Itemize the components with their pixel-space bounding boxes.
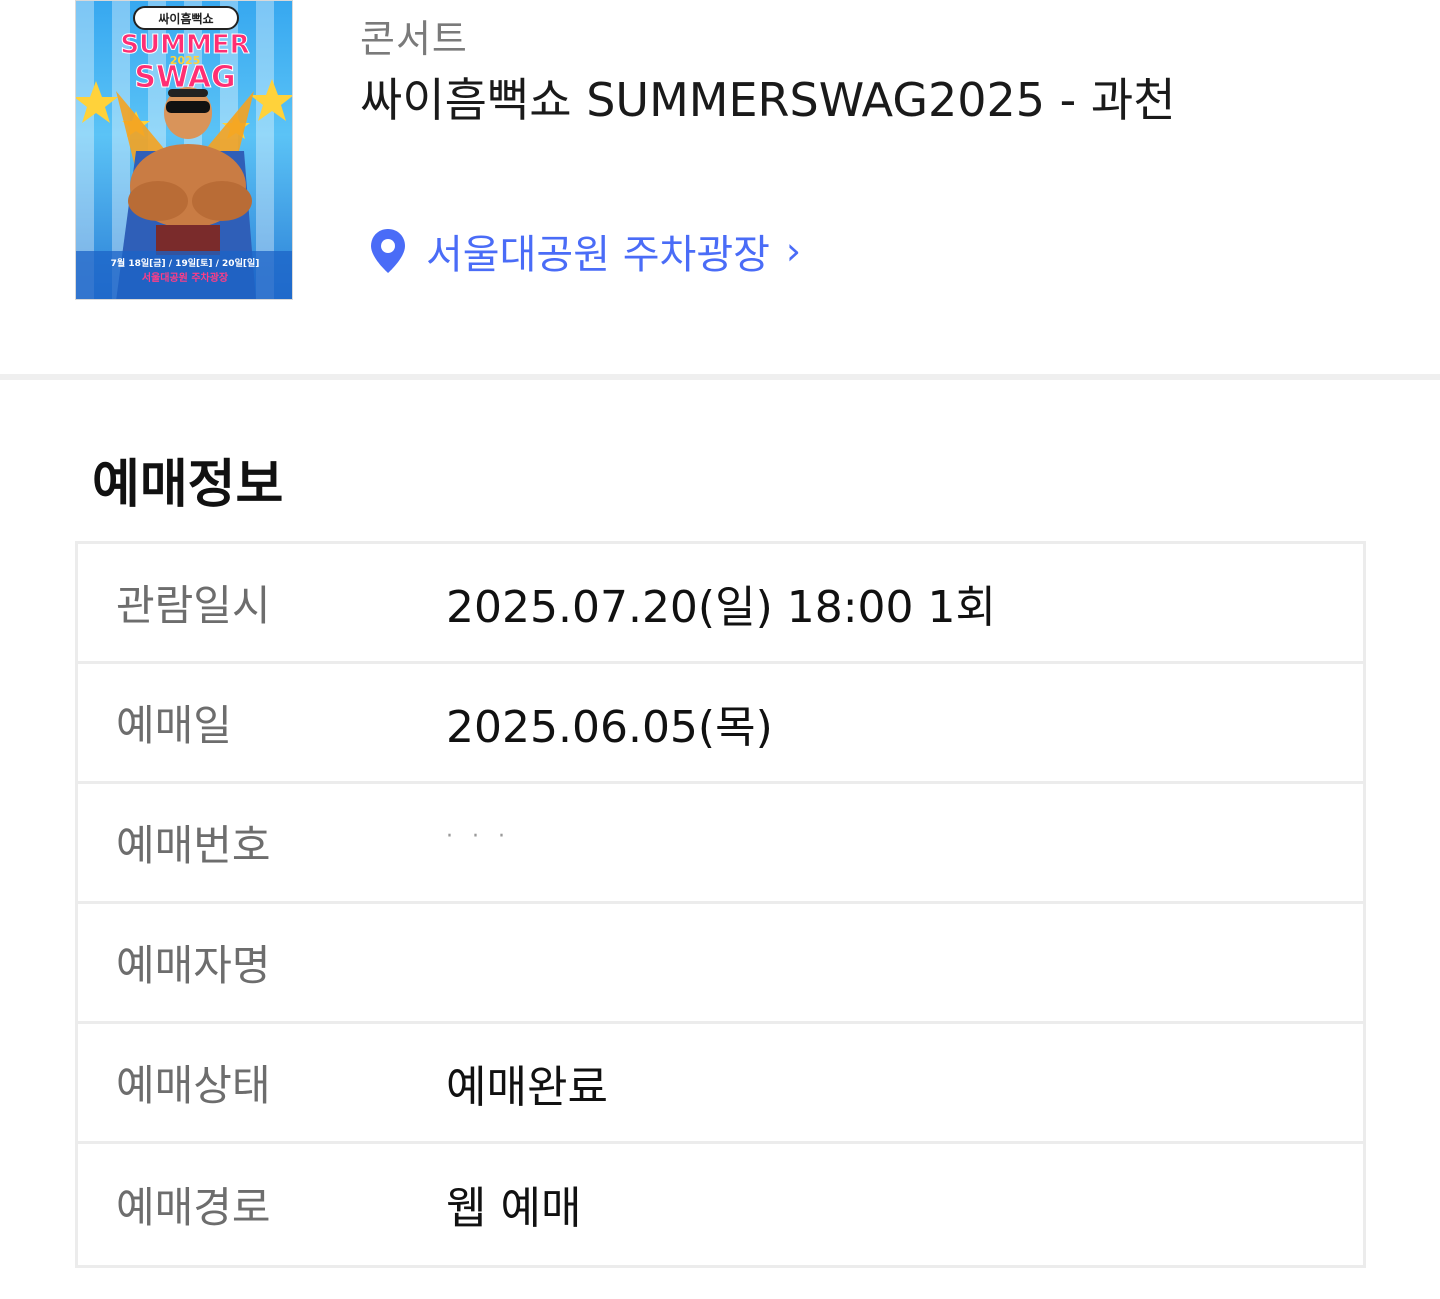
view-datetime-value: 2025.07.20(일) 18:00 1회 [446, 581, 996, 633]
row-label: 예매번호 [116, 821, 271, 870]
event-category: 콘서트 [360, 17, 468, 61]
row-label: 관람일시 [116, 581, 271, 630]
booking-channel-value: 웹 예매 [446, 1183, 582, 1234]
venue-name: 서울대공원 주차광장 [426, 232, 770, 278]
booking-status-value: 예매완료 [446, 1061, 608, 1113]
booking-date-value: 2025.06.05(목) [446, 701, 773, 753]
event-title: 싸이흠뻑쇼 SUMMERSWAG2025 - 과천 [360, 73, 1176, 127]
row-label: 예매일 [116, 701, 232, 750]
row-label: 예매상태 [116, 1061, 271, 1110]
venue-link[interactable]: 서울대공원 주차광장 › [368, 222, 801, 280]
chevron-right-icon: › [785, 229, 802, 273]
table-row-booking-channel: 예매경로 웹 예매 [78, 1144, 1363, 1264]
event-header: 싸이흠뻑쇼 SUMMER 2025 SWAG 7월 18일[금] / 19일[토… [0, 0, 1440, 375]
row-label: 예매자명 [116, 941, 271, 990]
poster-brand-text: 싸이흠뻑쇼 [158, 11, 213, 26]
table-row-view-datetime: 관람일시 2025.07.20(일) 18:00 1회 [78, 544, 1363, 664]
table-row-booking-number: 예매번호 · · · [78, 784, 1363, 904]
booking-info-title: 예매정보 [92, 455, 284, 515]
table-row-booking-date: 예매일 2025.06.05(목) [78, 664, 1363, 784]
poster-venue-text: 서울대공원 주차광장 [142, 271, 229, 284]
location-pin-icon [371, 229, 405, 273]
section-divider [0, 374, 1440, 380]
poster-dates-text: 7월 18일[금] / 19일[토] / 20일[일] [111, 257, 260, 269]
table-row-booker-name: 예매자명 [78, 904, 1363, 1024]
redaction-residue: · · · [446, 824, 511, 849]
table-row-booking-status: 예매상태 예매완료 [78, 1024, 1363, 1144]
row-label: 예매경로 [116, 1182, 271, 1232]
event-poster-image[interactable]: 싸이흠뻑쇼 SUMMER 2025 SWAG 7월 18일[금] / 19일[토… [75, 0, 293, 300]
poster-artwork: 싸이흠뻑쇼 SUMMER 2025 SWAG 7월 18일[금] / 19일[토… [76, 1, 292, 299]
booking-info-table: 관람일시 2025.07.20(일) 18:00 1회 예매일 2025.06.… [75, 541, 1366, 1268]
